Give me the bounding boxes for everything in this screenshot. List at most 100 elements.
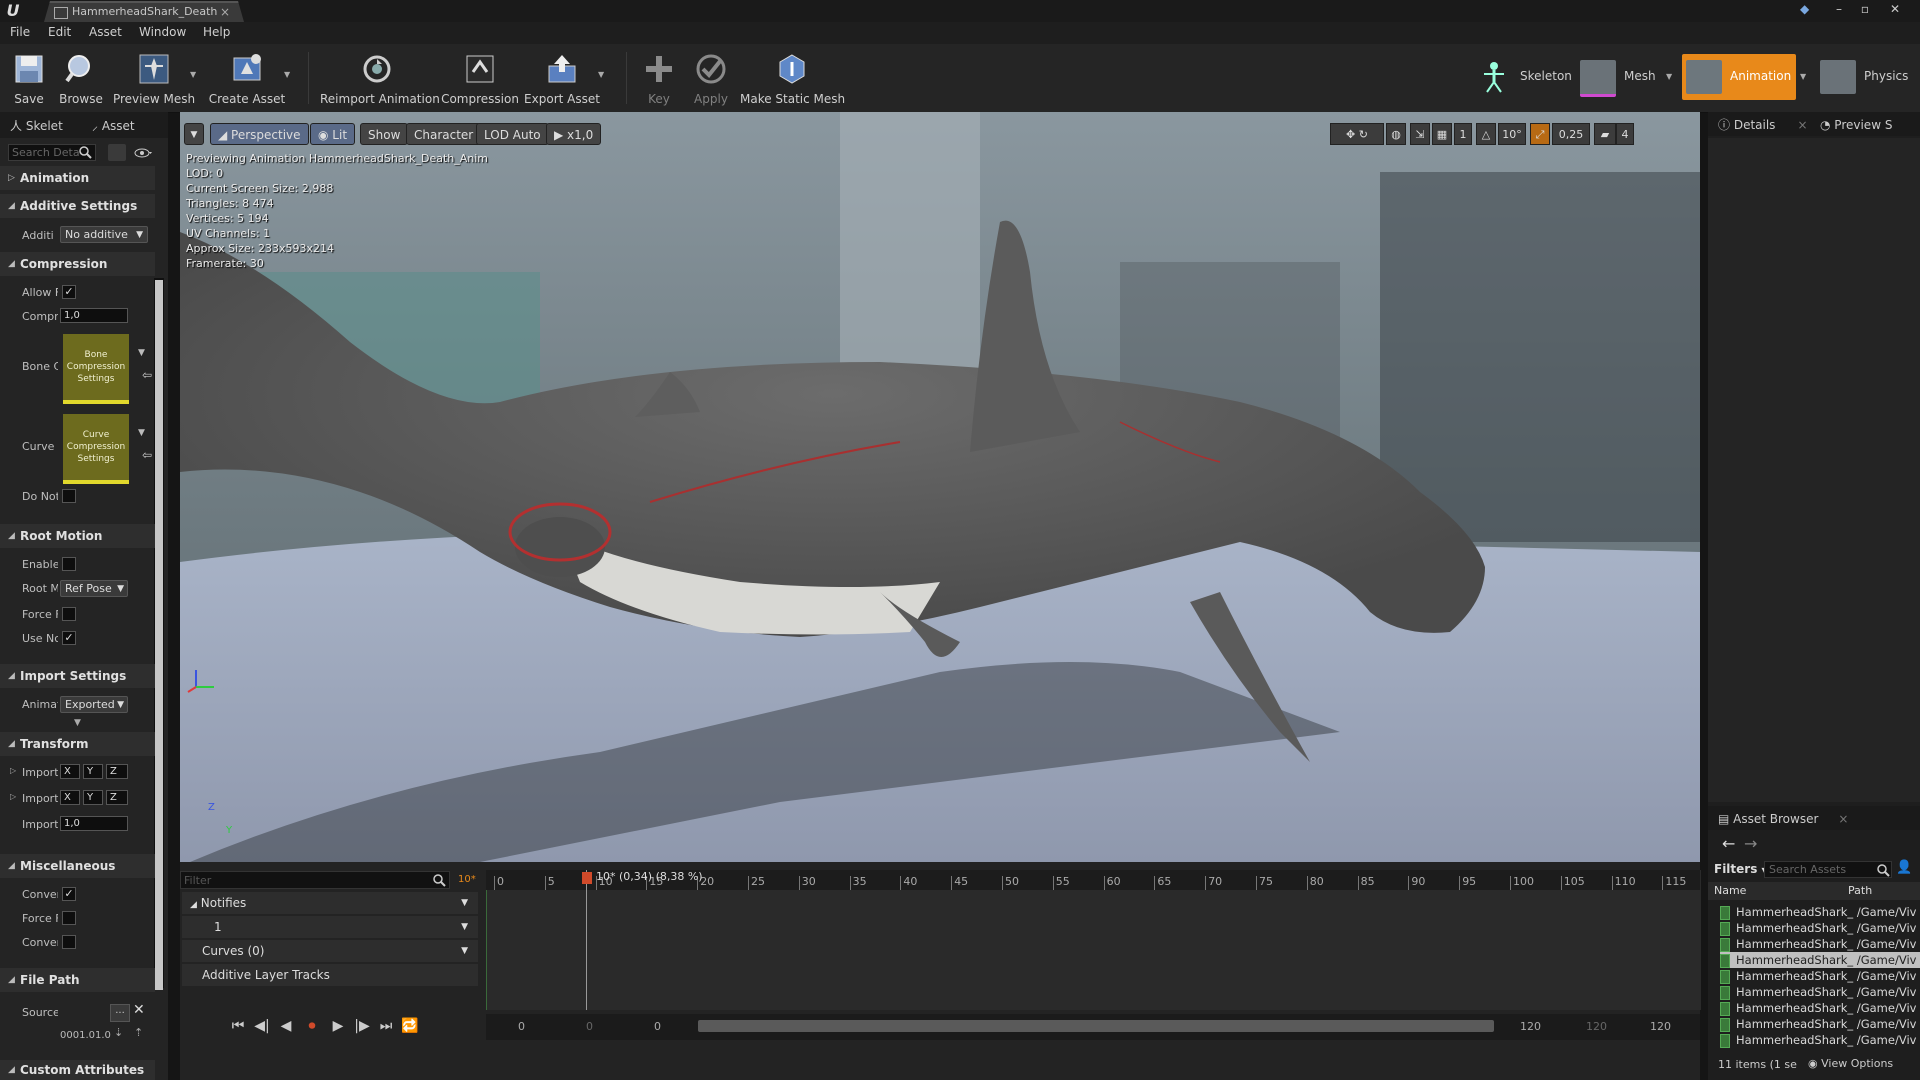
category-miscellaneous[interactable]: ◢ Miscellaneous	[0, 854, 155, 878]
compression-error-input[interactable]: 1,0	[60, 308, 128, 323]
category-additive-settings[interactable]: ◢ Additive Settings	[0, 194, 155, 218]
asset-row[interactable]: HammerheadShark_ /Game/Viv	[1720, 936, 1920, 952]
back-arrow-icon[interactable]: ←	[1722, 834, 1735, 853]
bone-compression-settings-thumbnail[interactable]: Bone Compression Settings	[63, 334, 129, 404]
clear-source-icon[interactable]: ✕	[133, 1002, 145, 1018]
forward-arrow-icon[interactable]: →	[1744, 834, 1757, 853]
chevron-down-icon[interactable]: ▼	[461, 940, 468, 962]
import-translation-y[interactable]: Y	[83, 764, 103, 779]
tab-asset[interactable]: ⸝ Asset	[92, 116, 135, 136]
animation-length-combo[interactable]: Exported ▼	[60, 696, 128, 713]
make-static-mesh-button[interactable]: Make Static Mesh	[740, 48, 845, 108]
chevron-down-icon[interactable]: ▼	[461, 892, 468, 914]
compression-button[interactable]: Compression	[440, 48, 520, 108]
working-start-value[interactable]: 0	[654, 1020, 661, 1033]
do-not-override-checkbox[interactable]	[62, 489, 76, 503]
asset-row[interactable]: HammerheadShark_ /Game/Viv	[1720, 1000, 1920, 1016]
play-reverse-icon[interactable]: ◀	[276, 1016, 296, 1036]
play-icon[interactable]: ▶	[328, 1016, 348, 1036]
additive-layer-tracks-header[interactable]: Additive Layer Tracks	[182, 964, 478, 986]
notifies-track-header[interactable]: ◢ Notifies ▼	[182, 892, 478, 914]
enable-root-motion-checkbox[interactable]	[62, 557, 76, 571]
view-end-value[interactable]: 120	[1586, 1020, 1607, 1033]
import-scale-input[interactable]: 1,0	[60, 816, 128, 831]
import-translation-x[interactable]: X	[60, 764, 80, 779]
camera-speed-icon[interactable]: ▰	[1594, 123, 1616, 145]
transform-tools-group[interactable]: ✥ ↻	[1330, 123, 1384, 145]
character-button[interactable]: Character	[406, 123, 482, 145]
camera-speed-value[interactable]: 4	[1616, 123, 1634, 145]
rotation-snap-icon[interactable]: △	[1476, 123, 1496, 145]
grid-size-value[interactable]: 1	[1454, 123, 1472, 145]
additive-anim-type-combo[interactable]: No additive ▼	[60, 226, 148, 243]
upload-arrow-icon[interactable]: ⇡	[134, 1026, 143, 1039]
import-translation-z[interactable]: Z	[106, 764, 128, 779]
asset-row[interactable]: HammerheadShark_ /Game/Viv	[1720, 920, 1920, 936]
curve-compression-dropdown-icon[interactable]: ▼	[138, 428, 145, 438]
to-end-icon[interactable]: ⏭	[376, 1016, 396, 1036]
rotation-snap-value[interactable]: 10°	[1498, 123, 1526, 145]
close-tab-icon[interactable]: ×	[220, 3, 230, 21]
category-custom-attributes[interactable]: ◢ Custom Attributes	[0, 1060, 155, 1080]
force-root-lock-checkbox[interactable]	[62, 607, 76, 621]
asset-row[interactable]: HammerheadShark_ /Game/Viv	[1720, 952, 1920, 968]
document-tab[interactable]: HammerheadShark_Death ×	[44, 1, 244, 22]
step-forward-icon[interactable]: |▶	[352, 1016, 372, 1036]
preview-mesh-button[interactable]: Preview Mesh	[110, 48, 198, 108]
menu-asset[interactable]: Asset	[89, 25, 122, 39]
expand-arrow-icon[interactable]: ▷	[10, 766, 16, 775]
curves-track-header[interactable]: Curves (0) ▼	[182, 940, 478, 962]
source-control-icon[interactable]: ◆	[1800, 2, 1814, 16]
chevron-down-icon[interactable]: ▼	[461, 916, 468, 938]
lod-auto-button[interactable]: LOD Auto	[476, 123, 549, 145]
use-normalized-checkbox[interactable]: ✓	[62, 631, 76, 645]
playhead-handle[interactable]	[582, 872, 592, 884]
use-selected-arrow-icon[interactable]: ⇦	[142, 448, 152, 462]
category-compression[interactable]: ◢ Compression	[0, 252, 155, 276]
playback-speed-button[interactable]: ▶ x1,0	[546, 123, 602, 145]
scale-snap-value[interactable]: 0,25	[1552, 123, 1590, 145]
view-start-value[interactable]: 0	[586, 1020, 593, 1033]
grid-snap-icon[interactable]: ▦	[1432, 123, 1452, 145]
loop-icon[interactable]: 🔁	[400, 1016, 420, 1036]
search-assets-input[interactable]: Search Assets	[1764, 861, 1892, 878]
step-back-icon[interactable]: ◀|	[252, 1016, 272, 1036]
property-matrix-icon[interactable]	[108, 144, 126, 161]
column-path-header[interactable]: Path	[1848, 884, 1872, 897]
user-icon[interactable]: 👤	[1896, 860, 1912, 875]
notify-track-row[interactable]: 1 ▼	[182, 916, 478, 938]
bone-compression-dropdown-icon[interactable]: ▼	[138, 348, 145, 358]
asset-row[interactable]: HammerheadShark_ /Game/Viv	[1720, 904, 1920, 920]
category-file-path[interactable]: ◢ File Path	[0, 968, 155, 992]
details-scrollbar-thumb[interactable]	[155, 280, 163, 990]
allow-frame-stripping-checkbox[interactable]: ✓	[62, 285, 76, 299]
surface-snap-icon[interactable]: ⇲	[1410, 123, 1430, 145]
save-button[interactable]: Save	[4, 48, 54, 108]
world-local-icon[interactable]: ◍	[1386, 123, 1406, 145]
maximize-icon[interactable]: ▫	[1852, 0, 1878, 18]
show-advanced-arrow-icon[interactable]: ▼	[74, 718, 81, 728]
animation-dropdown-icon[interactable]: ▼	[1800, 72, 1806, 81]
export-asset-dropdown-icon[interactable]: ▼	[598, 70, 604, 79]
export-asset-button[interactable]: Export Asset	[524, 48, 600, 108]
working-end-value[interactable]: 120	[1520, 1020, 1541, 1033]
range-end-value[interactable]: 120	[1650, 1020, 1671, 1033]
menu-file[interactable]: File	[10, 25, 30, 39]
curve-compression-settings-thumbnail[interactable]: Curve Compression Settings	[63, 414, 129, 484]
animation-viewport[interactable]: ▼ ◢ Perspective ◉ Lit Show Character LOD…	[180, 112, 1700, 862]
tab-asset-browser[interactable]: ▤ Asset Browser ×	[1718, 808, 1848, 830]
tab-details[interactable]: ⓘ Details ×	[1718, 114, 1808, 136]
asset-row[interactable]: HammerheadShark_ /Game/Viv	[1720, 1016, 1920, 1032]
search-icon[interactable]	[432, 873, 446, 887]
browse-button[interactable]: Browse	[56, 48, 106, 108]
eye-icon[interactable]	[134, 147, 154, 159]
expand-arrow-icon[interactable]: ▷	[10, 792, 16, 801]
menu-edit[interactable]: Edit	[48, 25, 71, 39]
mode-skeleton-button[interactable]: Skeleton	[1472, 54, 1572, 100]
import-rotation-z[interactable]: Z	[106, 790, 128, 805]
view-range-slider[interactable]	[698, 1020, 1494, 1032]
menu-help[interactable]: Help	[203, 25, 230, 39]
view-options-button[interactable]: ◉ View Options	[1808, 1057, 1893, 1070]
timeline-track-area[interactable]	[486, 870, 1701, 1010]
tab-preview-settings[interactable]: ◔ Preview S	[1820, 114, 1892, 136]
